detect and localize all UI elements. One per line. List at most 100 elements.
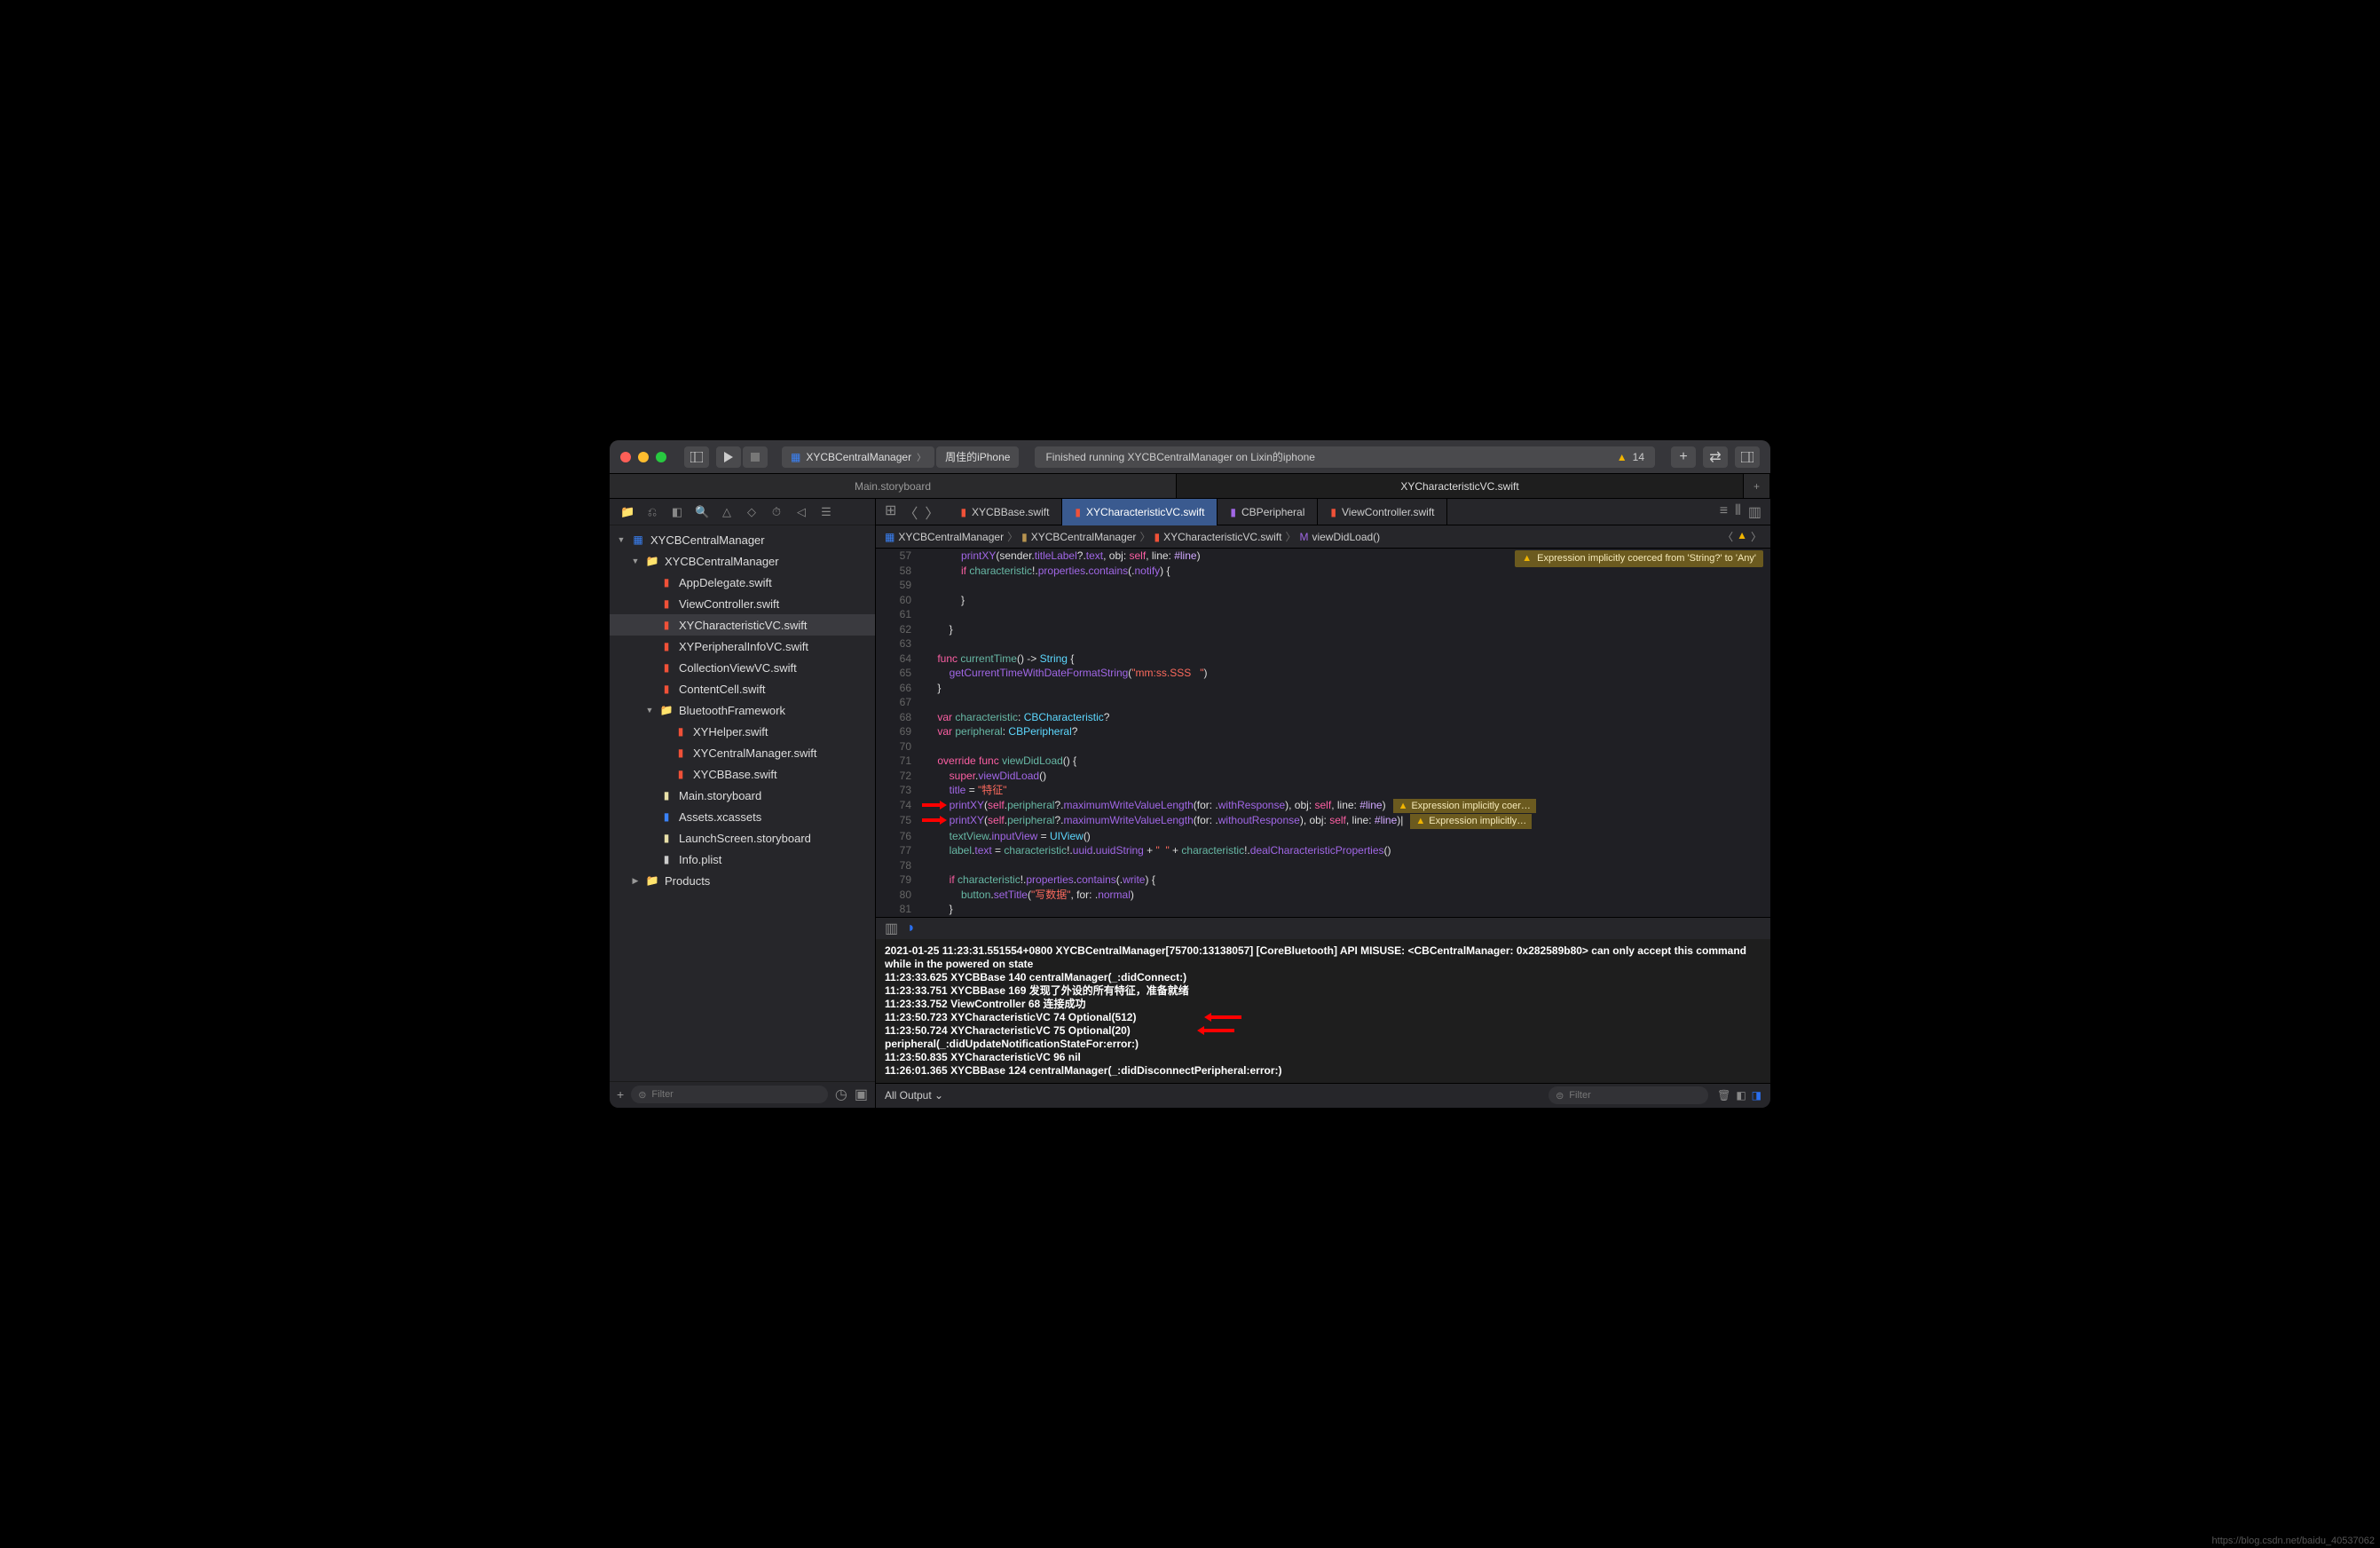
code-line[interactable]: 78 [876,858,1770,873]
tree-row[interactable]: ▼📁XYCBCentralManager [610,550,875,572]
scheme-selector[interactable]: ▦ XYCBCentralManager 〉 [782,446,934,468]
debug-navigator-icon[interactable]: ⏱ [769,505,784,519]
stop-button[interactable] [743,446,768,468]
toggle-inspector-button[interactable] [1735,446,1760,468]
add-tab-button[interactable]: + [1744,474,1770,498]
symbol-navigator-icon[interactable]: ◧ [670,505,684,519]
editor-tab[interactable]: ▮ViewController.swift [1318,499,1447,525]
related-items-icon[interactable]: ⊞ [885,502,896,523]
device-selector[interactable]: 周佳的iPhone [936,446,1019,468]
code-line[interactable]: 67 [876,695,1770,710]
code-line[interactable]: 81 } [876,902,1770,917]
breakpoint-navigator-icon[interactable]: ◁ [794,505,808,519]
navigator-filter-field[interactable]: ⊜ Filter [631,1086,828,1103]
tree-row[interactable]: ▮CollectionViewVC.swift [610,657,875,678]
code-review-button[interactable]: ⇄ [1703,446,1728,468]
toggle-console-button[interactable]: ◨ [1752,1089,1761,1102]
code-line[interactable]: 69 var peripheral: CBPeripheral? [876,724,1770,739]
code-line[interactable]: 58 if characteristic!.properties.contain… [876,564,1770,579]
debug-console[interactable]: 2021-01-25 11:23:31.551554+0800 XYCBCent… [876,939,1770,1083]
add-editor-icon[interactable]: ▥ [1748,503,1761,521]
tree-row[interactable]: ▮Assets.xcassets [610,806,875,827]
tree-row[interactable]: ▶📁Products [610,870,875,891]
breadcrumb-item[interactable]: XYCBCentralManager [898,531,1004,543]
window-tab[interactable]: Main.storyboard [610,474,1177,498]
breadcrumb-item[interactable]: viewDidLoad() [1312,531,1380,543]
run-button[interactable] [716,446,741,468]
inline-warning[interactable]: ▲Expression implicitly… [1410,814,1532,829]
tree-row[interactable]: ▮XYCentralManager.swift [610,742,875,763]
code-line[interactable]: 59 [876,578,1770,593]
tree-row[interactable]: ▮ContentCell.swift [610,678,875,699]
source-editor[interactable]: 57 printXY(sender.titleLabel?.text, obj:… [876,549,1770,917]
code-line[interactable]: 72 super.viewDidLoad() [876,769,1770,784]
zoom-window-button[interactable] [656,452,666,462]
variables-view-icon[interactable]: ▥ [885,920,898,937]
nav-back-button[interactable]: 〈 [903,502,918,523]
code-line[interactable]: 60 } [876,593,1770,608]
close-window-button[interactable] [620,452,631,462]
output-selector[interactable]: All Output ⌄ [885,1089,943,1102]
tree-row[interactable]: ▼▦XYCBCentralManager [610,529,875,550]
editor-tab[interactable]: ▮XYCBBase.swift [948,499,1062,525]
project-navigator-icon[interactable]: 📁 [620,505,634,519]
prev-issue-button[interactable]: 〈 [1722,529,1733,544]
code-line[interactable]: 79 if characteristic!.properties.contain… [876,873,1770,888]
tree-row[interactable]: ▮XYPeripheralInfoVC.swift [610,636,875,657]
source-control-navigator-icon[interactable]: ⎌ [645,505,659,519]
find-navigator-icon[interactable]: 🔍 [695,505,709,519]
test-navigator-icon[interactable]: ◇ [745,505,759,519]
console-filter-field[interactable]: ⊜ Filter [1549,1086,1708,1104]
breadcrumb-item[interactable]: XYCharacteristicVC.swift [1163,531,1281,543]
editor-tab[interactable]: ▮CBPeripheral [1218,499,1318,525]
editor-options-icon[interactable]: ≡ [1720,503,1728,521]
tree-row[interactable]: ▮Main.storyboard [610,785,875,806]
code-line[interactable]: 70 [876,739,1770,754]
breakpoint-toggle-icon[interactable]: ◗ [907,920,916,936]
tree-row[interactable]: ▼📁BluetoothFramework [610,699,875,721]
nav-forward-button[interactable]: 〉 [925,502,939,523]
adjust-editor-icon[interactable]: ⫴ [1735,503,1741,521]
tree-row[interactable]: ▮XYCBBase.swift [610,763,875,785]
inline-warning[interactable]: ▲Expression implicitly coer… [1393,799,1536,814]
tree-row[interactable]: ▮XYCharacteristicVC.swift [610,614,875,636]
tree-row[interactable]: ▮Info.plist [610,849,875,870]
code-line[interactable]: 68 var characteristic: CBCharacteristic? [876,710,1770,725]
tree-row[interactable]: ▮XYHelper.swift [610,721,875,742]
minimize-window-button[interactable] [638,452,649,462]
code-line[interactable]: 65 getCurrentTimeWithDateFormatString("m… [876,666,1770,681]
code-line[interactable]: 73 title = "特征" [876,783,1770,798]
code-line[interactable]: 76 textView.inputView = UIView() [876,829,1770,844]
tree-row[interactable]: ▮LaunchScreen.storyboard [610,827,875,849]
code-line[interactable]: 71 override func viewDidLoad() { [876,754,1770,769]
code-line[interactable]: 66 } [876,681,1770,696]
issue-navigator-icon[interactable]: △ [720,505,734,519]
clear-console-button[interactable]: 🗑 [1717,1089,1730,1102]
add-file-button[interactable]: + [617,1087,624,1102]
warning-count[interactable]: 14 [1633,451,1644,463]
tree-row[interactable]: ▮AppDelegate.swift [610,572,875,593]
scm-filter-icon[interactable]: ▣ [855,1086,868,1103]
editor-tab[interactable]: ▮XYCharacteristicVC.swift [1062,499,1218,525]
code-line[interactable]: 74 printXY(self.peripheral?.maximumWrite… [876,798,1770,814]
report-navigator-icon[interactable]: ☰ [819,505,833,519]
toggle-navigator-button[interactable] [684,446,709,468]
code-line[interactable]: 63 [876,636,1770,652]
code-line[interactable]: 57 printXY(sender.titleLabel?.text, obj:… [876,549,1770,564]
tree-label: XYPeripheralInfoVC.swift [679,640,808,653]
code-line[interactable]: 75 printXY(self.peripheral?.maximumWrite… [876,813,1770,829]
code-line[interactable]: 62 } [876,622,1770,637]
code-line[interactable]: 64 func currentTime() -> String { [876,652,1770,667]
breadcrumb-item[interactable]: XYCBCentralManager [1031,531,1137,543]
jump-bar[interactable]: ▦ XYCBCentralManager〉 ▮ XYCBCentralManag… [876,525,1770,549]
library-button[interactable]: + [1671,446,1696,468]
tree-row[interactable]: ▮ViewController.swift [610,593,875,614]
code-line[interactable]: 61 [876,607,1770,622]
recent-filter-icon[interactable]: ◷ [835,1086,847,1103]
code-line[interactable]: 77 label.text = characteristic!.uuid.uui… [876,843,1770,858]
toggle-variables-button[interactable]: ◧ [1736,1089,1746,1102]
next-issue-button[interactable]: 〉 [1751,529,1761,544]
code-line[interactable]: 80 button.setTitle("写数据", for: .normal) [876,888,1770,903]
project-tree[interactable]: ▼▦XYCBCentralManager▼📁XYCBCentralManager… [610,525,875,1081]
window-tab[interactable]: XYCharacteristicVC.swift [1177,474,1744,498]
